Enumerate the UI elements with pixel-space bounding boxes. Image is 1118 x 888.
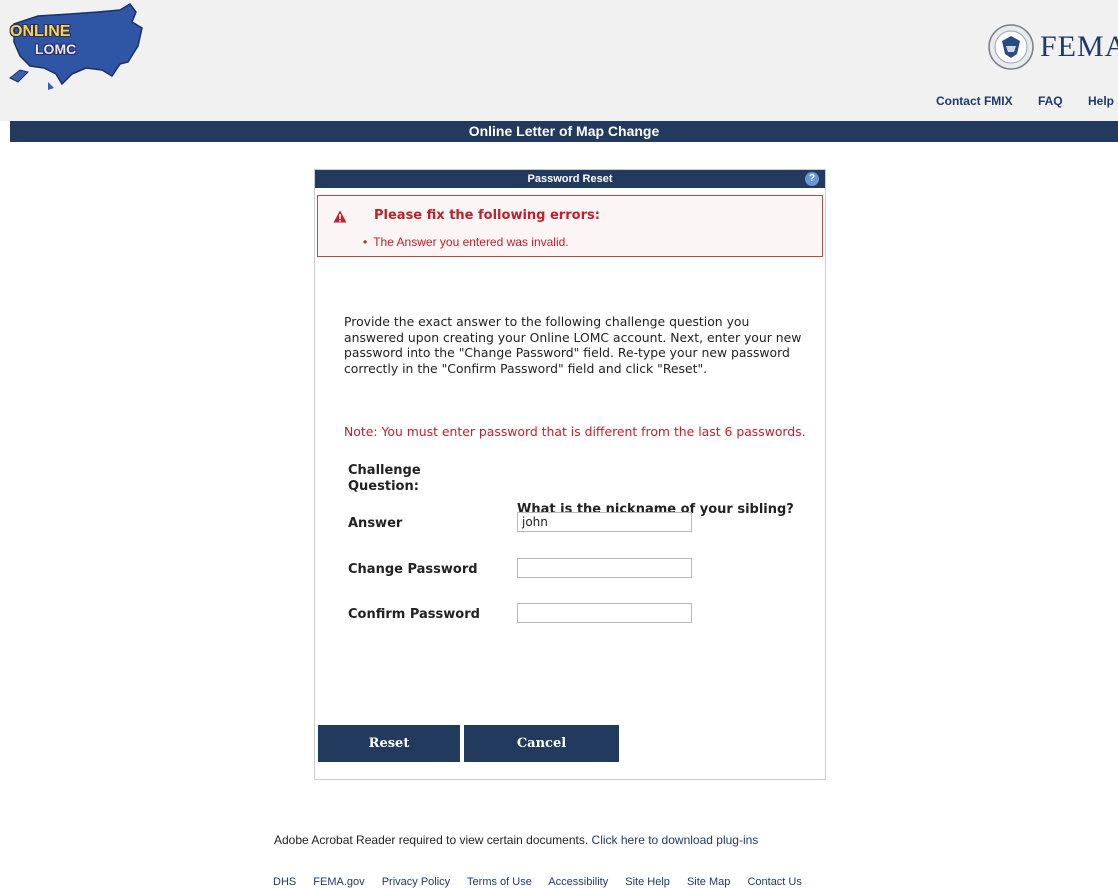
cancel-button[interactable]: Cancel — [464, 725, 619, 762]
answer-label: Answer — [348, 516, 403, 531]
answer-input[interactable]: john — [517, 512, 692, 532]
page-header: ONLINE LOMC FEMA Contact FMIX FAQ Help — [0, 0, 1118, 121]
us-map-icon — [9, 3, 143, 90]
download-plugins-link[interactable]: Click here to download plug-ins — [592, 833, 759, 847]
fema-logo[interactable]: FEMA — [988, 22, 1118, 72]
footer-links: DHS FEMA.gov Privacy Policy Terms of Use… — [273, 876, 816, 888]
help-icon[interactable]: ? — [805, 172, 819, 186]
password-reset-panel: Password Reset ? Please fix the followin… — [314, 169, 826, 780]
logo-text-lomc: LOMC — [35, 41, 77, 57]
footer-link-accessibility[interactable]: Accessibility — [548, 876, 608, 888]
contact-fmix-link[interactable]: Contact FMIX — [936, 94, 1013, 108]
instructions-text: Provide the exact answer to the followin… — [344, 314, 802, 376]
reset-button[interactable]: Reset — [318, 725, 460, 762]
error-item: The Answer you entered was invalid. — [363, 235, 568, 249]
panel-title: Password Reset — [527, 173, 613, 185]
dhs-seal-icon — [988, 24, 1034, 70]
fema-wordmark: FEMA — [1040, 30, 1118, 63]
logo-text-online: ONLINE — [10, 23, 71, 40]
acrobat-notice-text: Adobe Acrobat Reader required to view ce… — [274, 833, 589, 847]
online-lomc-logo[interactable]: ONLINE LOMC — [8, 2, 158, 94]
footer-link-dhs[interactable]: DHS — [273, 876, 296, 888]
confirm-password-input[interactable] — [517, 603, 692, 623]
faq-link[interactable]: FAQ — [1038, 94, 1063, 108]
change-password-input[interactable] — [517, 558, 692, 578]
footer-link-site-help[interactable]: Site Help — [625, 876, 670, 888]
password-note: Note: You must enter password that is di… — [344, 424, 806, 439]
footer-link-site-map[interactable]: Site Map — [687, 876, 730, 888]
challenge-question-label: Challenge Question: — [348, 463, 421, 494]
confirm-password-label: Confirm Password — [348, 607, 480, 622]
footer-link-terms-of-use[interactable]: Terms of Use — [467, 876, 532, 888]
error-title: Please fix the following errors: — [374, 208, 600, 223]
panel-title-bar: Password Reset ? — [315, 170, 825, 188]
footer-link-fema-gov[interactable]: FEMA.gov — [313, 876, 364, 888]
help-link[interactable]: Help — [1088, 94, 1114, 108]
page-title-banner: Online Letter of Map Change — [10, 121, 1118, 142]
acrobat-notice: Adobe Acrobat Reader required to view ce… — [274, 833, 758, 847]
error-summary: Please fix the following errors: The Ans… — [317, 195, 823, 257]
warning-icon — [333, 210, 347, 223]
footer-link-privacy-policy[interactable]: Privacy Policy — [382, 876, 450, 888]
footer-link-contact-us[interactable]: Contact Us — [747, 876, 801, 888]
top-links: Contact FMIX FAQ Help — [936, 94, 1118, 108]
change-password-label: Change Password — [348, 562, 478, 577]
